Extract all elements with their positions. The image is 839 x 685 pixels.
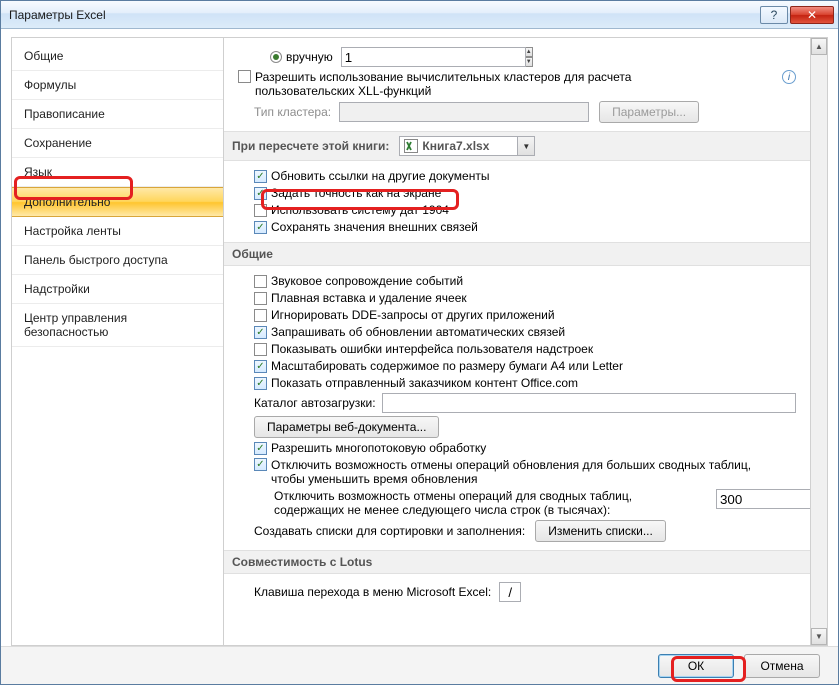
cluster-params-button: Параметры... bbox=[599, 101, 699, 123]
content-panel: вручную ▲▼ Разрешить использование вычис… bbox=[224, 38, 810, 645]
undo-rows-spinner[interactable]: ▲▼ bbox=[716, 489, 774, 509]
checkbox-ask-update[interactable] bbox=[254, 326, 267, 339]
section-general: Общие bbox=[224, 242, 810, 266]
cluster-type-label: Тип кластера: bbox=[254, 105, 331, 119]
excel-file-icon bbox=[403, 139, 419, 153]
checkbox-smooth-insert[interactable] bbox=[254, 292, 267, 305]
help-button[interactable]: ? bbox=[760, 6, 788, 24]
checkbox-sounds[interactable] bbox=[254, 275, 267, 288]
sidebar-item-proofing[interactable]: Правописание bbox=[12, 100, 223, 129]
startup-label: Каталог автозагрузки: bbox=[254, 396, 376, 410]
checkbox-scale-a4[interactable] bbox=[254, 360, 267, 373]
checkbox-save-ext-links[interactable] bbox=[254, 221, 267, 234]
sort-lists-label: Создавать списки для сортировки и заполн… bbox=[254, 524, 525, 538]
scroll-down-icon[interactable]: ▼ bbox=[811, 628, 827, 645]
workbook-combo[interactable]: Книга7.xlsx ▼ bbox=[399, 136, 535, 156]
sidebar-item-advanced[interactable]: Дополнительно bbox=[12, 187, 223, 217]
ok-button[interactable]: ОК bbox=[658, 654, 734, 678]
sidebar-item-ribbon[interactable]: Настройка ленты bbox=[12, 217, 223, 246]
spin-down-icon[interactable]: ▼ bbox=[526, 57, 533, 67]
window-title: Параметры Excel bbox=[9, 8, 759, 22]
radio-manual-label: вручную bbox=[286, 50, 333, 64]
scrollbar[interactable]: ▲ ▼ bbox=[810, 38, 827, 645]
sidebar-item-addins[interactable]: Надстройки bbox=[12, 275, 223, 304]
checkbox-allow-clusters[interactable] bbox=[238, 70, 251, 83]
checkbox-1904-dates[interactable] bbox=[254, 204, 267, 217]
edit-lists-button[interactable]: Изменить списки... bbox=[535, 520, 666, 542]
undo-rows-label: Отключить возможность отмены операций дл… bbox=[274, 489, 704, 517]
cancel-button[interactable]: Отмена bbox=[744, 654, 820, 678]
cluster-type-combo bbox=[339, 102, 589, 122]
footer: ОК Отмена bbox=[1, 646, 838, 684]
radio-manual[interactable] bbox=[270, 51, 282, 63]
lotus-key-input[interactable] bbox=[499, 582, 521, 602]
checkbox-update-links[interactable] bbox=[254, 170, 267, 183]
lotus-key-label: Клавиша перехода в меню Microsoft Excel: bbox=[254, 585, 491, 599]
checkbox-office-content[interactable] bbox=[254, 377, 267, 390]
sidebar-item-trust[interactable]: Центр управления безопасностью bbox=[12, 304, 223, 347]
checkbox-addin-errors[interactable] bbox=[254, 343, 267, 356]
spin-up-icon[interactable]: ▲ bbox=[526, 47, 533, 57]
checkbox-undo-pivot[interactable] bbox=[254, 458, 267, 471]
section-lotus: Совместимость с Lotus bbox=[224, 550, 810, 574]
manual-value-input[interactable] bbox=[341, 47, 526, 67]
sidebar-item-qat[interactable]: Панель быстрого доступа bbox=[12, 246, 223, 275]
startup-path-input[interactable] bbox=[382, 393, 796, 413]
sidebar-item-general[interactable]: Общие bbox=[12, 42, 223, 71]
web-doc-params-button[interactable]: Параметры веб-документа... bbox=[254, 416, 439, 438]
checkbox-multithread[interactable] bbox=[254, 442, 267, 455]
checkbox-ignore-dde[interactable] bbox=[254, 309, 267, 322]
checkbox-precision-as-displayed[interactable] bbox=[254, 187, 267, 200]
sidebar-item-formulas[interactable]: Формулы bbox=[12, 71, 223, 100]
manual-spinner[interactable]: ▲▼ bbox=[341, 47, 383, 67]
chevron-down-icon[interactable]: ▼ bbox=[517, 137, 534, 155]
close-button[interactable]: ✕ bbox=[790, 6, 834, 24]
undo-rows-input[interactable] bbox=[716, 489, 810, 509]
scroll-up-icon[interactable]: ▲ bbox=[811, 38, 827, 55]
section-recalc: При пересчете этой книги: Книга7.xlsx ▼ bbox=[224, 131, 810, 161]
sidebar: Общие Формулы Правописание Сохранение Яз… bbox=[11, 37, 223, 646]
info-icon[interactable]: i bbox=[782, 70, 796, 84]
allow-clusters-label: Разрешить использование вычислительных к… bbox=[255, 70, 725, 98]
sidebar-item-language[interactable]: Язык bbox=[12, 158, 223, 187]
sidebar-item-save[interactable]: Сохранение bbox=[12, 129, 223, 158]
titlebar: Параметры Excel ? ✕ bbox=[1, 1, 838, 29]
